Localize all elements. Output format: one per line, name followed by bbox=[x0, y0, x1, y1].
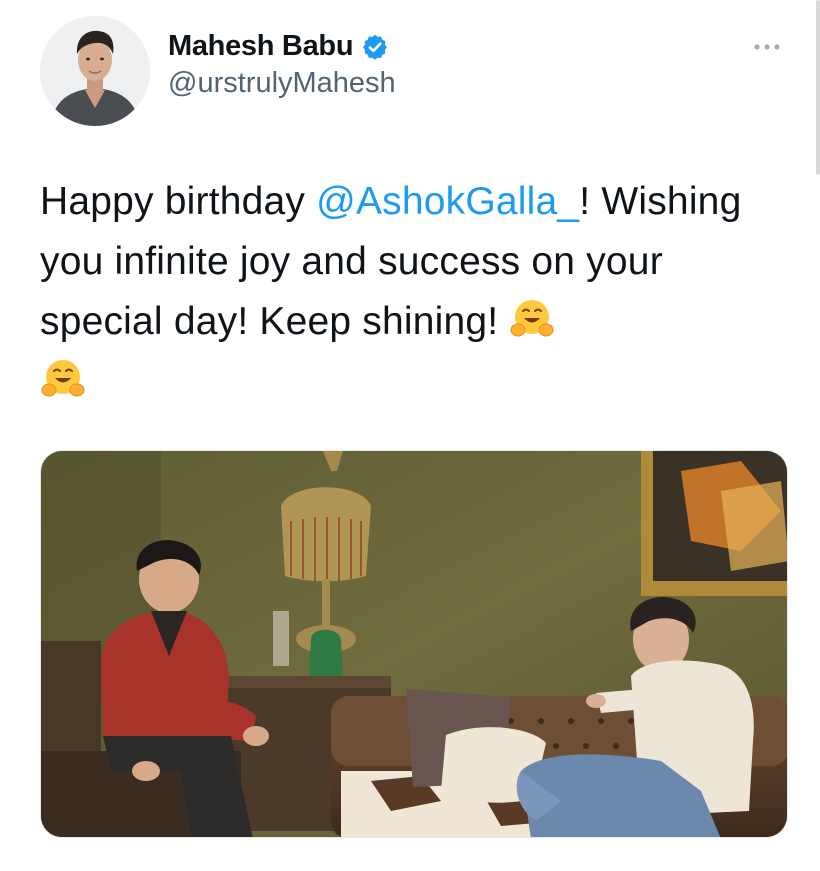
display-name[interactable]: Mahesh Babu bbox=[168, 30, 354, 63]
tweet-text: Happy birthday @AshokGalla_! Wishing you… bbox=[40, 172, 790, 412]
photo-image bbox=[41, 451, 787, 837]
hugging-face-emoji-icon bbox=[509, 296, 555, 342]
scrollbar[interactable] bbox=[816, 0, 820, 175]
verified-badge-icon bbox=[361, 33, 389, 61]
more-options-icon[interactable] bbox=[752, 40, 782, 54]
avatar[interactable] bbox=[40, 16, 150, 126]
tweet-text-part1: Happy birthday bbox=[40, 180, 317, 223]
avatar-image bbox=[40, 16, 150, 126]
hugging-face-emoji-icon bbox=[40, 356, 86, 402]
tweet-photo[interactable] bbox=[40, 450, 788, 838]
tweet: Mahesh Babu @urstrulyMahesh Happy birthd… bbox=[0, 0, 820, 871]
author-info: Mahesh Babu @urstrulyMahesh bbox=[168, 30, 396, 100]
mention-link[interactable]: @AshokGalla_ bbox=[316, 180, 579, 223]
handle[interactable]: @urstrulyMahesh bbox=[168, 67, 396, 100]
name-row: Mahesh Babu bbox=[168, 30, 396, 63]
